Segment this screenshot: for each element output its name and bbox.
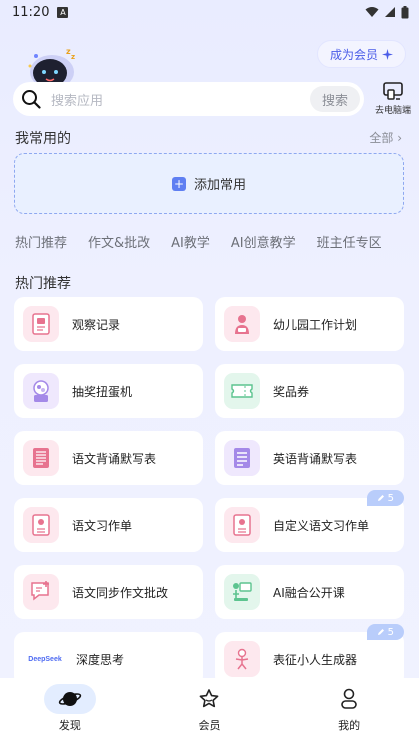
search-row: 搜索应用 搜索 去电脑端 — [0, 82, 419, 116]
app-card-label: 语文习作单 — [72, 518, 133, 533]
essay-correction-icon — [23, 574, 59, 610]
tab-essay[interactable]: 作文&批改 — [88, 232, 150, 251]
english-recite-sheet-icon — [224, 440, 260, 476]
sparkle-icon — [382, 48, 393, 60]
all-link[interactable]: 全部 › — [369, 129, 402, 146]
tab-ai-creative[interactable]: AI创意教学 — [231, 232, 296, 251]
signal-icon — [385, 7, 395, 17]
deepseek-logo: DeepSeek — [23, 641, 67, 677]
tab-head-teacher[interactable]: 班主任专区 — [317, 232, 382, 251]
app-card-label: 表征小人生成器 — [273, 652, 358, 667]
computer-switch-icon — [383, 82, 403, 100]
planet-icon — [58, 692, 82, 706]
app-card-english-recite-sheet[interactable]: 英语背诵默写表 — [215, 431, 404, 485]
custom-writing-sheet-icon — [224, 507, 260, 543]
observation-record-icon — [23, 306, 59, 342]
app-card-chinese-recite-sheet[interactable]: 语文背诵默写表 — [14, 431, 203, 485]
plus-icon: + — [171, 176, 186, 191]
app-card-chinese-writing-sheet[interactable]: 语文习作单 — [14, 498, 203, 552]
gacha-machine-icon — [23, 373, 59, 409]
search-bar[interactable]: 搜索应用 搜索 — [13, 82, 364, 116]
nav-discover[interactable]: 发现 — [15, 684, 125, 733]
become-vip-button[interactable]: 成为会员 — [316, 40, 406, 68]
app-card-label: 语文同步作文批改 — [72, 585, 169, 600]
usage-badge: 5 — [366, 624, 404, 640]
app-card-label: AI融合公开课 — [273, 585, 345, 600]
hot-title: 热门推荐 — [15, 276, 71, 292]
coupon-icon — [224, 373, 260, 409]
tab-ai-teaching[interactable]: AI教学 — [171, 232, 210, 251]
app-card-custom-writing-sheet[interactable]: 自定义语文习作单 5 — [215, 490, 404, 552]
app-card-ai-open-class[interactable]: AI融合公开课 — [215, 565, 404, 619]
app-card-coupon[interactable]: 奖品券 — [215, 364, 404, 418]
app-card-label: 语文背诵默写表 — [72, 451, 157, 466]
category-tabs: 热门推荐 作文&批改 AI教学 AI创意教学 班主任专区 — [15, 232, 419, 251]
app-card-kindergarten-plan[interactable]: 幼儿园工作计划 — [215, 297, 404, 351]
search-input[interactable]: 搜索应用 — [51, 90, 310, 109]
usage-badge: 5 — [366, 490, 404, 506]
pencil-icon — [377, 495, 384, 501]
star-badge-icon — [200, 689, 219, 708]
nav-label: 会员 — [198, 719, 221, 732]
header: z z 成为会员 — [0, 24, 419, 86]
battery-icon — [401, 5, 409, 18]
app-card-label: 深度思考 — [76, 652, 125, 667]
nav-mine[interactable]: 我的 — [294, 684, 404, 733]
app-card-gacha-machine[interactable]: 抽奖扭蛋机 — [14, 364, 203, 418]
search-icon — [22, 90, 41, 109]
status-bar: 11:20 A — [0, 0, 419, 24]
pencil-icon — [377, 629, 384, 635]
app-card-label: 抽奖扭蛋机 — [72, 384, 133, 399]
app-card-observation-record[interactable]: 观察记录 — [14, 297, 203, 351]
svg-text:z: z — [71, 53, 75, 61]
tab-hot[interactable]: 热门推荐 — [15, 232, 67, 251]
add-favorite-label: 添加常用 — [193, 178, 246, 193]
chinese-recite-sheet-icon — [23, 440, 59, 476]
app-card-label: 英语背诵默写表 — [273, 451, 358, 466]
app-card-essay-correction[interactable]: 语文同步作文批改 — [14, 565, 203, 619]
ai-open-class-icon — [224, 574, 260, 610]
person-icon — [341, 688, 357, 709]
search-button[interactable]: 搜索 — [310, 86, 360, 112]
pc-label: 去电脑端 — [374, 106, 411, 116]
wifi-icon — [365, 7, 379, 17]
go-to-pc-button[interactable]: 去电脑端 — [371, 82, 415, 116]
nav-label: 我的 — [338, 719, 361, 732]
app-card-label: 自定义语文习作单 — [273, 518, 370, 533]
app-card-label: 奖品券 — [273, 384, 310, 399]
app-card-label: 观察记录 — [72, 317, 121, 332]
bottom-nav: 发现 会员 我的 — [0, 678, 419, 744]
status-time: 11:20 — [12, 4, 50, 20]
favorites-title: 我常用的 — [15, 131, 71, 147]
nav-membership[interactable]: 会员 — [154, 684, 264, 733]
nav-label: 发现 — [58, 719, 81, 732]
chinese-writing-sheet-icon — [23, 507, 59, 543]
figure-generator-icon — [224, 641, 260, 677]
app-card-label: 幼儿园工作计划 — [273, 317, 358, 332]
add-favorite-button[interactable]: + 添加常用 — [14, 153, 404, 214]
mascot-logo: z z — [28, 47, 75, 86]
vip-label: 成为会员 — [329, 47, 378, 62]
notification-a-icon: A — [57, 6, 69, 18]
kindergarten-plan-icon — [224, 306, 260, 342]
